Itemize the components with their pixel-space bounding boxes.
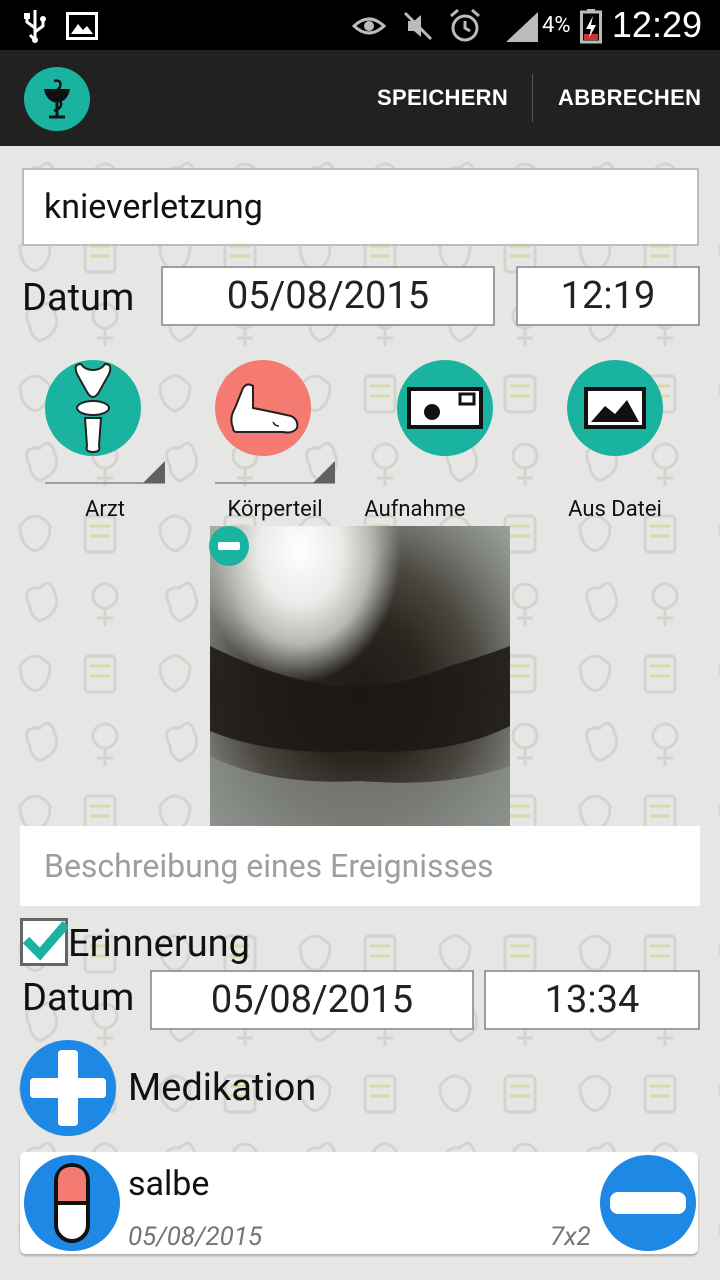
cancel-button[interactable]: ABBRECHEN — [558, 50, 701, 146]
doctor-spinner-arrow[interactable] — [143, 461, 165, 483]
camera-icon — [407, 387, 483, 429]
medication-label: Medikation — [128, 1066, 317, 1110]
foot-icon — [230, 383, 299, 434]
body-part-button[interactable] — [215, 360, 311, 456]
action-divider — [532, 74, 533, 122]
event-time-field[interactable]: 12:19 — [516, 266, 700, 326]
save-button[interactable]: SPEICHERN — [377, 50, 508, 146]
attached-photo[interactable] — [210, 526, 510, 826]
doctor-label: Arzt — [85, 497, 125, 522]
usb-icon — [24, 10, 46, 43]
image-file-icon — [584, 387, 646, 429]
plus-icon — [30, 1050, 106, 1126]
description-input[interactable]: Beschreibung eines Ereignisses — [20, 826, 700, 906]
reminder-label: Erinnerung — [68, 922, 250, 966]
caduceus-icon[interactable] — [24, 67, 90, 131]
pill-icon — [24, 1155, 120, 1251]
medication-dosage: 7x2 — [550, 1222, 591, 1252]
eye-icon — [352, 17, 386, 35]
bone-joint-icon — [74, 362, 112, 454]
take-photo-button[interactable] — [397, 360, 493, 456]
action-bar: SPEICHERN ABBRECHEN — [0, 50, 720, 146]
take-photo-label: Aufnahme — [364, 497, 466, 522]
body-part-spinner-arrow[interactable] — [313, 461, 335, 483]
mute-icon — [403, 11, 433, 41]
battery-charging-icon — [580, 9, 602, 44]
reminder-time-field[interactable]: 13:34 — [484, 970, 700, 1030]
medication-list-item[interactable]: salbe 05/08/2015 7x2 — [20, 1152, 698, 1254]
medication-name: salbe — [128, 1164, 210, 1204]
from-file-button[interactable] — [567, 360, 663, 456]
event-date-field[interactable]: 05/08/2015 — [161, 266, 495, 326]
checkmark-icon — [22, 921, 68, 961]
remove-photo-button[interactable] — [209, 526, 249, 566]
alarm-icon — [450, 8, 480, 42]
reminder-checkbox[interactable] — [20, 918, 68, 966]
medication-date: 05/08/2015 — [128, 1222, 263, 1252]
status-time: 12:29 — [611, 4, 702, 45]
reminder-date-field[interactable]: 05/08/2015 — [150, 970, 474, 1030]
battery-percent: 4% — [542, 13, 571, 38]
event-date-label: Datum — [22, 276, 135, 320]
doctor-button[interactable] — [45, 360, 141, 456]
add-medication-button[interactable] — [20, 1040, 116, 1136]
from-file-label: Aus Datei — [568, 497, 662, 522]
body-part-label: Körperteil — [227, 497, 323, 522]
minus-icon — [610, 1192, 686, 1214]
image-icon — [66, 12, 98, 40]
reminder-date-label: Datum — [22, 976, 135, 1020]
remove-medication-button[interactable] — [600, 1155, 696, 1251]
event-title-input[interactable]: knieverletzung — [22, 168, 699, 246]
status-bar: 4% 12:29 — [0, 0, 720, 50]
signal-icon — [506, 12, 538, 42]
